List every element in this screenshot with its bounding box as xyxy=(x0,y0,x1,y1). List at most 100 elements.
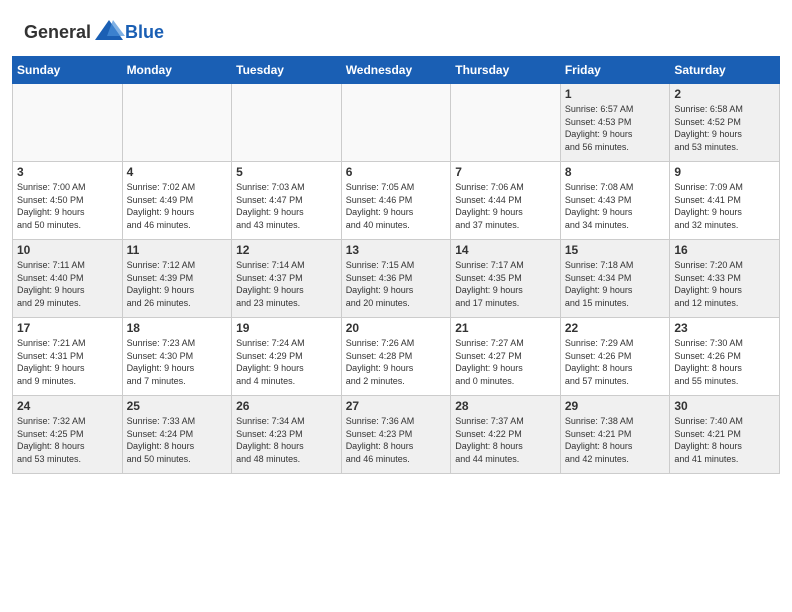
day-info: Sunrise: 7:36 AM Sunset: 4:23 PM Dayligh… xyxy=(346,415,447,465)
day-number: 8 xyxy=(565,165,666,179)
calendar-day-19: 19 Sunrise: 7:24 AM Sunset: 4:29 PM Dayli… xyxy=(232,318,342,396)
day-info: Sunrise: 7:24 AM Sunset: 4:29 PM Dayligh… xyxy=(236,337,337,387)
day-number: 6 xyxy=(346,165,447,179)
day-info: Sunrise: 7:17 AM Sunset: 4:35 PM Dayligh… xyxy=(455,259,556,309)
day-number: 10 xyxy=(17,243,118,257)
weekday-header-thursday: Thursday xyxy=(451,57,561,84)
day-info: Sunrise: 7:30 AM Sunset: 4:26 PM Dayligh… xyxy=(674,337,775,387)
weekday-header-saturday: Saturday xyxy=(670,57,780,84)
calendar-week-row: 17 Sunrise: 7:21 AM Sunset: 4:31 PM Dayli… xyxy=(13,318,780,396)
weekday-header-tuesday: Tuesday xyxy=(232,57,342,84)
day-info: Sunrise: 7:03 AM Sunset: 4:47 PM Dayligh… xyxy=(236,181,337,231)
calendar-day-30: 30 Sunrise: 7:40 AM Sunset: 4:21 PM Dayli… xyxy=(670,396,780,474)
calendar-day-15: 15 Sunrise: 7:18 AM Sunset: 4:34 PM Dayli… xyxy=(560,240,670,318)
calendar-day-13: 13Sunrise: 7:15 AM Sunset: 4:36 PM Dayli… xyxy=(341,240,451,318)
day-info: Sunrise: 7:37 AM Sunset: 4:22 PM Dayligh… xyxy=(455,415,556,465)
day-number: 2 xyxy=(674,87,775,101)
day-number: 20 xyxy=(346,321,447,335)
day-info: Sunrise: 7:08 AM Sunset: 4:43 PM Dayligh… xyxy=(565,181,666,231)
weekday-header-row: SundayMondayTuesdayWednesdayThursdayFrid… xyxy=(13,57,780,84)
day-number: 24 xyxy=(17,399,118,413)
calendar-day-22: 22 Sunrise: 7:29 AM Sunset: 4:26 PM Dayli… xyxy=(560,318,670,396)
day-info: Sunrise: 7:21 AM Sunset: 4:31 PM Dayligh… xyxy=(17,337,118,387)
calendar-week-row: 3 Sunrise: 7:00 AM Sunset: 4:50 PM Daylig… xyxy=(13,162,780,240)
calendar-day-4: 4 Sunrise: 7:02 AM Sunset: 4:49 PM Daylig… xyxy=(122,162,232,240)
calendar-day-1: 1Sunrise: 6:57 AM Sunset: 4:53 PM Daylig… xyxy=(560,84,670,162)
calendar-day-8: 8 Sunrise: 7:08 AM Sunset: 4:43 PM Daylig… xyxy=(560,162,670,240)
calendar-day-17: 17 Sunrise: 7:21 AM Sunset: 4:31 PM Dayli… xyxy=(13,318,123,396)
calendar-day-6: 6Sunrise: 7:05 AM Sunset: 4:46 PM Daylig… xyxy=(341,162,451,240)
day-number: 29 xyxy=(565,399,666,413)
day-info: Sunrise: 7:32 AM Sunset: 4:25 PM Dayligh… xyxy=(17,415,118,465)
weekday-header-friday: Friday xyxy=(560,57,670,84)
day-info: Sunrise: 7:15 AM Sunset: 4:36 PM Dayligh… xyxy=(346,259,447,309)
calendar-empty-cell xyxy=(122,84,232,162)
weekday-header-sunday: Sunday xyxy=(13,57,123,84)
calendar-day-5: 5 Sunrise: 7:03 AM Sunset: 4:47 PM Daylig… xyxy=(232,162,342,240)
day-number: 16 xyxy=(674,243,775,257)
calendar-day-10: 10 Sunrise: 7:11 AM Sunset: 4:40 PM Dayli… xyxy=(13,240,123,318)
day-number: 19 xyxy=(236,321,337,335)
calendar-week-row: 24 Sunrise: 7:32 AM Sunset: 4:25 PM Dayli… xyxy=(13,396,780,474)
calendar-empty-cell xyxy=(451,84,561,162)
calendar-day-28: 28Sunrise: 7:37 AM Sunset: 4:22 PM Dayli… xyxy=(451,396,561,474)
day-number: 1 xyxy=(565,87,666,101)
logo-icon xyxy=(93,18,125,46)
day-info: Sunrise: 7:14 AM Sunset: 4:37 PM Dayligh… xyxy=(236,259,337,309)
calendar-week-row: 10 Sunrise: 7:11 AM Sunset: 4:40 PM Dayli… xyxy=(13,240,780,318)
day-number: 11 xyxy=(127,243,228,257)
day-number: 4 xyxy=(127,165,228,179)
day-number: 25 xyxy=(127,399,228,413)
calendar-empty-cell xyxy=(232,84,342,162)
calendar-table: SundayMondayTuesdayWednesdayThursdayFrid… xyxy=(12,56,780,474)
day-number: 15 xyxy=(565,243,666,257)
day-number: 22 xyxy=(565,321,666,335)
calendar-week-row: 1Sunrise: 6:57 AM Sunset: 4:53 PM Daylig… xyxy=(13,84,780,162)
calendar-day-26: 26Sunrise: 7:34 AM Sunset: 4:23 PM Dayli… xyxy=(232,396,342,474)
day-info: Sunrise: 7:27 AM Sunset: 4:27 PM Dayligh… xyxy=(455,337,556,387)
weekday-header-monday: Monday xyxy=(122,57,232,84)
logo: General Blue xyxy=(24,18,164,46)
day-info: Sunrise: 7:00 AM Sunset: 4:50 PM Dayligh… xyxy=(17,181,118,231)
day-number: 3 xyxy=(17,165,118,179)
day-number: 27 xyxy=(346,399,447,413)
calendar-day-7: 7 Sunrise: 7:06 AM Sunset: 4:44 PM Daylig… xyxy=(451,162,561,240)
day-info: Sunrise: 7:38 AM Sunset: 4:21 PM Dayligh… xyxy=(565,415,666,465)
calendar-day-11: 11 Sunrise: 7:12 AM Sunset: 4:39 PM Dayli… xyxy=(122,240,232,318)
day-number: 23 xyxy=(674,321,775,335)
calendar-day-12: 12Sunrise: 7:14 AM Sunset: 4:37 PM Dayli… xyxy=(232,240,342,318)
day-number: 21 xyxy=(455,321,556,335)
logo-blue-text: Blue xyxy=(125,22,164,42)
day-info: Sunrise: 7:12 AM Sunset: 4:39 PM Dayligh… xyxy=(127,259,228,309)
day-number: 5 xyxy=(236,165,337,179)
day-number: 17 xyxy=(17,321,118,335)
day-info: Sunrise: 7:09 AM Sunset: 4:41 PM Dayligh… xyxy=(674,181,775,231)
day-info: Sunrise: 7:29 AM Sunset: 4:26 PM Dayligh… xyxy=(565,337,666,387)
calendar-day-20: 20 Sunrise: 7:26 AM Sunset: 4:28 PM Dayli… xyxy=(341,318,451,396)
weekday-header-wednesday: Wednesday xyxy=(341,57,451,84)
page-header: General Blue xyxy=(0,0,792,56)
day-info: Sunrise: 7:18 AM Sunset: 4:34 PM Dayligh… xyxy=(565,259,666,309)
day-info: Sunrise: 7:40 AM Sunset: 4:21 PM Dayligh… xyxy=(674,415,775,465)
day-number: 18 xyxy=(127,321,228,335)
day-info: Sunrise: 7:06 AM Sunset: 4:44 PM Dayligh… xyxy=(455,181,556,231)
calendar-day-9: 9 Sunrise: 7:09 AM Sunset: 4:41 PM Daylig… xyxy=(670,162,780,240)
day-info: Sunrise: 7:11 AM Sunset: 4:40 PM Dayligh… xyxy=(17,259,118,309)
logo-general-text: General xyxy=(24,22,91,42)
day-info: Sunrise: 7:02 AM Sunset: 4:49 PM Dayligh… xyxy=(127,181,228,231)
calendar-day-29: 29 Sunrise: 7:38 AM Sunset: 4:21 PM Dayli… xyxy=(560,396,670,474)
day-number: 9 xyxy=(674,165,775,179)
calendar-day-25: 25Sunrise: 7:33 AM Sunset: 4:24 PM Dayli… xyxy=(122,396,232,474)
day-number: 30 xyxy=(674,399,775,413)
calendar-empty-cell xyxy=(13,84,123,162)
calendar-day-24: 24 Sunrise: 7:32 AM Sunset: 4:25 PM Dayli… xyxy=(13,396,123,474)
day-info: Sunrise: 7:34 AM Sunset: 4:23 PM Dayligh… xyxy=(236,415,337,465)
day-info: Sunrise: 6:58 AM Sunset: 4:52 PM Dayligh… xyxy=(674,103,775,153)
calendar-day-21: 21 Sunrise: 7:27 AM Sunset: 4:27 PM Dayli… xyxy=(451,318,561,396)
day-info: Sunrise: 7:20 AM Sunset: 4:33 PM Dayligh… xyxy=(674,259,775,309)
day-number: 14 xyxy=(455,243,556,257)
calendar-day-16: 16 Sunrise: 7:20 AM Sunset: 4:33 PM Dayli… xyxy=(670,240,780,318)
day-number: 7 xyxy=(455,165,556,179)
calendar-day-18: 18Sunrise: 7:23 AM Sunset: 4:30 PM Dayli… xyxy=(122,318,232,396)
day-info: Sunrise: 7:26 AM Sunset: 4:28 PM Dayligh… xyxy=(346,337,447,387)
